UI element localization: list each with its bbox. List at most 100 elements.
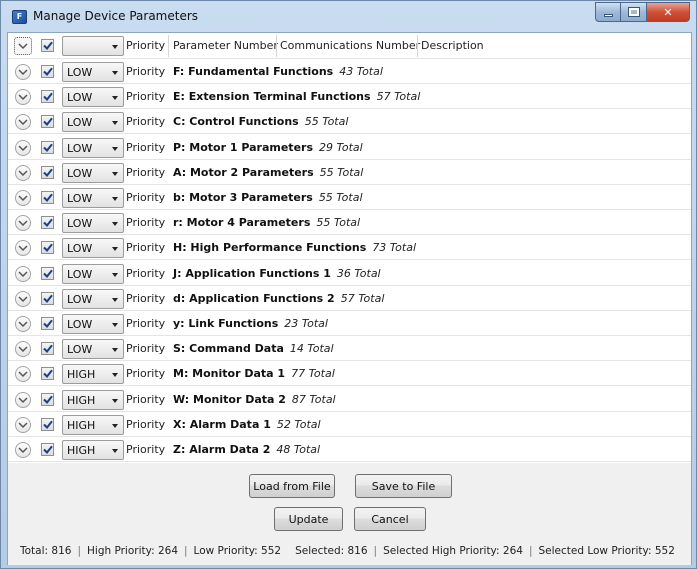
expand-group-button[interactable] (15, 89, 31, 106)
group-row[interactable]: LOW Priority d: Application Functions 2 5… (8, 286, 691, 311)
priority-value: LOW (67, 91, 93, 105)
group-checkbox[interactable] (41, 266, 54, 280)
status-separator: | (373, 545, 378, 557)
priority-dropdown[interactable]: LOW (62, 288, 124, 309)
group-checkbox[interactable] (41, 342, 54, 356)
status-separator: | (184, 545, 188, 557)
priority-value: HIGH (67, 444, 96, 457)
load-from-file-button[interactable]: Load from File (249, 474, 335, 498)
group-checkbox[interactable] (41, 216, 54, 230)
column-header-description[interactable]: Description (421, 39, 484, 52)
priority-dropdown[interactable]: LOW (62, 112, 124, 133)
priority-dropdown[interactable]: HIGH (62, 389, 124, 410)
column-divider[interactable] (417, 35, 418, 57)
column-header-communications-number[interactable]: Communications Number (280, 39, 420, 52)
group-checkbox[interactable] (41, 392, 54, 406)
group-checkbox[interactable] (41, 191, 54, 204)
group-row[interactable]: LOW Priority y: Link Functions 23 Total (8, 311, 691, 336)
checkmark-icon (42, 67, 53, 76)
priority-dropdown[interactable]: LOW (62, 238, 124, 259)
expand-group-button[interactable] (15, 164, 31, 181)
priority-dropdown[interactable]: LOW (62, 314, 124, 334)
expand-group-button[interactable] (15, 366, 31, 383)
priority-dropdown[interactable]: HIGH (62, 364, 124, 385)
group-total: 57 Total (376, 90, 421, 104)
group-checkbox[interactable] (41, 115, 54, 129)
select-all-checkbox[interactable] (41, 39, 54, 52)
group-row[interactable]: LOW Priority S: Command Data 14 Total (8, 336, 691, 362)
group-row[interactable]: LOW Priority r: Motor 4 Parameters 55 Tot… (8, 210, 691, 236)
expand-all-button[interactable] (14, 37, 32, 55)
status-separator: | (77, 545, 81, 557)
group-row[interactable]: HIGH Priority Z: Alarm Data 2 48 Total (8, 437, 691, 462)
group-row[interactable]: LOW Priority E: Extension Terminal Funct… (8, 84, 691, 110)
group-checkbox[interactable] (41, 417, 54, 431)
checkmark-icon (42, 218, 53, 228)
save-to-file-button[interactable]: Save to File (355, 474, 452, 498)
priority-dropdown[interactable]: LOW (62, 62, 124, 82)
group-checkbox[interactable] (41, 443, 54, 456)
dropdown-arrow-icon (112, 71, 118, 75)
group-row[interactable]: LOW Priority b: Motor 3 Parameters 55 Tot… (8, 185, 691, 210)
group-row[interactable]: LOW Priority H: High Performance Functio… (8, 235, 691, 261)
column-divider[interactable] (168, 35, 169, 57)
column-divider[interactable] (276, 35, 277, 57)
group-row[interactable]: HIGH Priority X: Alarm Data 1 52 Total (8, 412, 691, 437)
maximize-button[interactable] (621, 2, 647, 22)
group-total: 55 Total (318, 191, 363, 204)
expand-group-button[interactable] (15, 442, 31, 458)
expand-group-button[interactable] (15, 215, 31, 232)
dropdown-arrow-icon (112, 96, 118, 101)
expand-group-button[interactable] (15, 316, 31, 332)
group-checkbox[interactable] (41, 90, 54, 104)
group-checkbox[interactable] (41, 367, 54, 381)
group-row[interactable]: HIGH Priority M: Monitor Data 1 77 Total (8, 361, 691, 387)
group-title: b: Motor 3 Parameters (173, 191, 313, 204)
priority-dropdown[interactable]: LOW (62, 87, 124, 108)
group-row[interactable]: LOW Priority A: Motor 2 Parameters 55 Tot… (8, 160, 691, 185)
expand-group-button[interactable] (15, 341, 31, 358)
group-checkbox[interactable] (41, 291, 54, 305)
parameter-panel: Priority Parameter Number Communications… (7, 32, 692, 565)
priority-dropdown[interactable]: LOW (62, 137, 124, 158)
group-row[interactable]: LOW Priority C: Control Functions 55 Tota… (8, 109, 691, 135)
checkmark-icon (42, 168, 53, 177)
update-button[interactable]: Update (274, 507, 343, 531)
priority-label: Priority (126, 342, 166, 356)
group-checkbox[interactable] (41, 140, 54, 154)
group-title: J: Application Functions 1 (173, 266, 331, 280)
title-bar[interactable]: F Manage Device Parameters ✕ (1, 1, 696, 32)
group-checkbox[interactable] (41, 165, 54, 179)
priority-dropdown[interactable]: LOW (62, 339, 124, 360)
priority-dropdown[interactable]: HIGH (62, 414, 124, 435)
priority-dropdown[interactable]: LOW (62, 188, 124, 208)
column-header-parameter-number[interactable]: Parameter Number (173, 39, 278, 52)
expand-group-button[interactable] (15, 190, 31, 206)
group-row[interactable]: LOW Priority J: Application Functions 1 3… (8, 261, 691, 286)
expand-group-button[interactable] (15, 265, 31, 282)
group-row[interactable]: LOW Priority P: Motor 1 Parameters 29 Tot… (8, 135, 691, 160)
expand-group-button[interactable] (15, 240, 31, 257)
group-row[interactable]: HIGH Priority W: Monitor Data 2 87 Total (8, 387, 691, 412)
expand-group-button[interactable] (15, 290, 31, 307)
minimize-icon (603, 13, 613, 17)
priority-dropdown[interactable]: LOW (62, 263, 124, 284)
group-checkbox[interactable] (41, 65, 54, 78)
close-button[interactable]: ✕ (647, 2, 690, 22)
expand-group-button[interactable] (15, 64, 31, 80)
group-row[interactable]: LOW Priority F: Fundamental Functions 43 … (8, 59, 691, 84)
group-checkbox[interactable] (41, 241, 54, 255)
expand-group-button[interactable] (15, 416, 31, 433)
group-checkbox[interactable] (41, 317, 54, 330)
cancel-button[interactable]: Cancel (354, 507, 426, 531)
minimize-button[interactable] (595, 2, 621, 22)
priority-dropdown[interactable]: HIGH (62, 440, 124, 460)
status-selected-high: Selected High Priority: 264 (383, 545, 523, 557)
expand-group-button[interactable] (15, 391, 31, 408)
expand-group-button[interactable] (15, 114, 31, 131)
priority-dropdown[interactable]: LOW (62, 213, 124, 234)
expand-group-button[interactable] (15, 139, 31, 156)
priority-all-dropdown[interactable] (62, 36, 124, 56)
priority-dropdown[interactable]: LOW (62, 162, 124, 183)
chevron-down-icon (18, 371, 28, 378)
